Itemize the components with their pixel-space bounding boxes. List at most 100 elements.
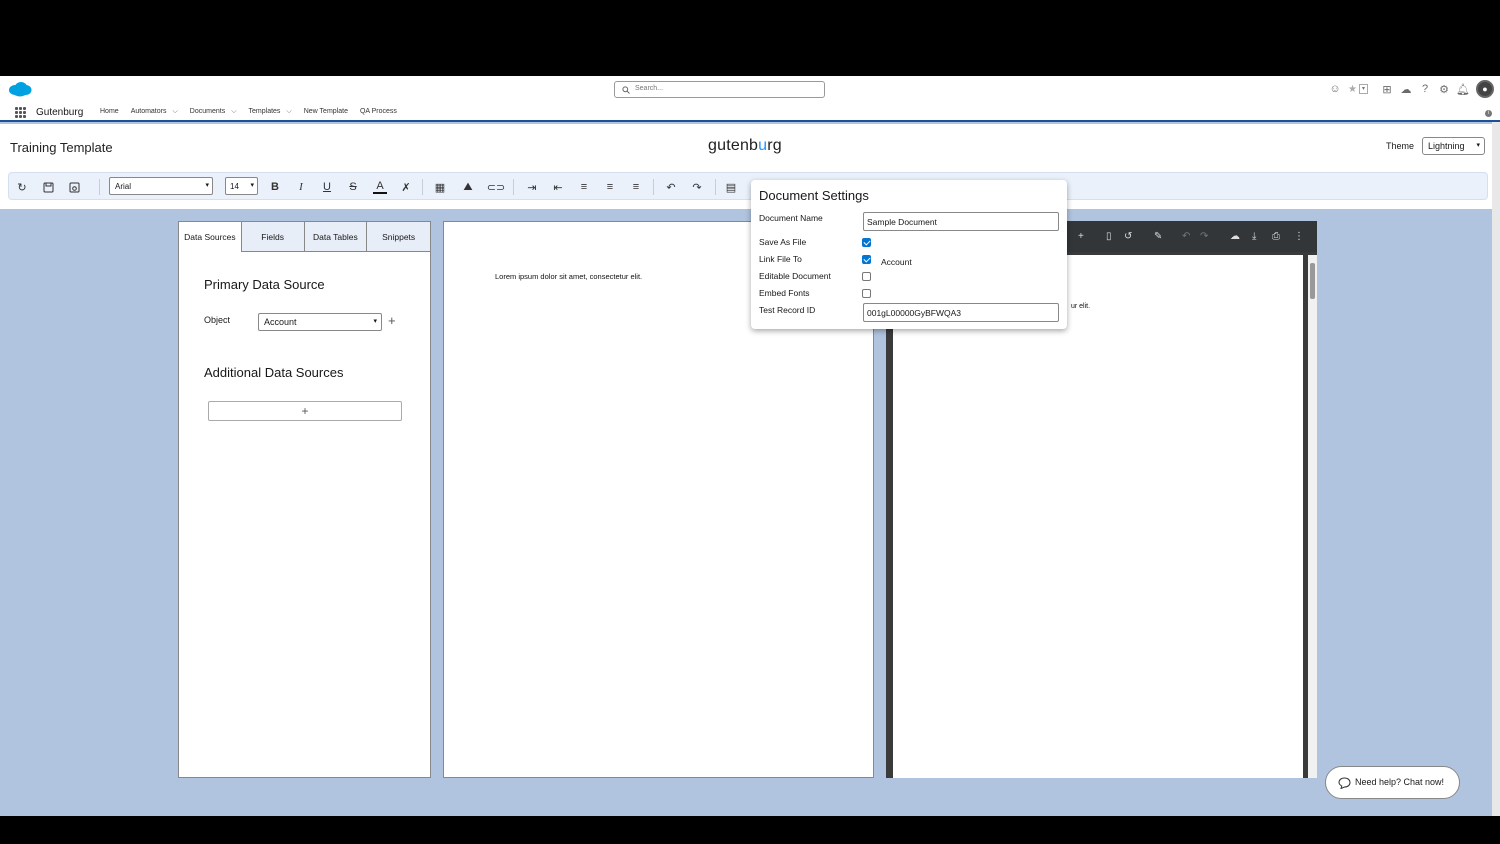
notifications-bell-icon[interactable]: 🔔︎ xyxy=(1456,83,1470,96)
annotate-icon[interactable]: ✎ xyxy=(1154,231,1162,242)
nav-item-new-template[interactable]: New Template xyxy=(304,108,348,116)
salesforce-cloud-icon[interactable] xyxy=(8,81,32,97)
outdent-icon[interactable]: ⇤ xyxy=(551,180,565,194)
chevron-down-icon[interactable]: ⌵ xyxy=(286,108,291,115)
page-scrollbar[interactable] xyxy=(1492,122,1500,816)
chat-help-button[interactable]: Need help? Chat now! xyxy=(1325,766,1460,799)
toolbar-divider xyxy=(653,179,654,195)
nav-item-label: QA Process xyxy=(359,108,397,115)
redo-icon[interactable]: ↷ xyxy=(1200,231,1208,242)
tab-data-sources[interactable]: Data Sources xyxy=(179,222,242,252)
save-as-icon[interactable] xyxy=(67,180,81,194)
underline-button[interactable]: U xyxy=(320,180,334,194)
align-center-icon[interactable]: ≡ xyxy=(603,180,617,194)
theme-label: Theme xyxy=(1386,141,1415,151)
nav-item-documents[interactable]: Documents ⌵ xyxy=(190,108,237,116)
tab-snippets[interactable]: Snippets xyxy=(367,222,430,252)
bold-button[interactable]: B xyxy=(268,180,282,194)
trailhead-icon[interactable]: ☁ xyxy=(1400,83,1412,96)
page-title: Training Template xyxy=(10,140,113,155)
indent-icon[interactable]: ⇥ xyxy=(525,180,539,194)
chevron-down-icon[interactable]: ⌵ xyxy=(231,108,236,115)
toolbar-divider xyxy=(99,179,100,195)
info-icon[interactable]: i xyxy=(1485,110,1492,117)
add-data-source-button[interactable]: + xyxy=(208,401,402,421)
nav-item-automators[interactable]: Automators ⌵ xyxy=(131,108,178,116)
link-file-to-label: Link File To xyxy=(759,254,802,264)
font-size-select[interactable]: 14 ▾ xyxy=(225,177,258,195)
gutenburg-logo: gutenburg xyxy=(708,137,782,154)
editor-toolbar: ↻ Arial ▾ 14 ▾ B I U S A ✗ ▦ ⛰ ⊂⊃ ⇥ ⇤ ≡ ≡ xyxy=(8,172,1488,200)
app-launcher-icon[interactable] xyxy=(15,107,26,118)
toolbar-divider xyxy=(513,179,514,195)
table-icon[interactable]: ▦ xyxy=(433,180,447,194)
font-size-value: 14 xyxy=(230,182,239,191)
nav-items: Home Automators ⌵ Documents ⌵ Templates ⌵ N… xyxy=(100,108,397,116)
tab-fields[interactable]: Fields xyxy=(241,222,305,252)
template-header: Training Template gutenburg Theme Lightn… xyxy=(0,124,1492,209)
add-object-icon[interactable]: + xyxy=(388,313,396,328)
nav-item-label: New Template xyxy=(303,108,348,115)
chat-label: Need help? Chat now! xyxy=(1355,777,1445,787)
more-options-icon[interactable]: ⋮ xyxy=(1294,231,1304,242)
chevron-down-icon: ▾ xyxy=(1476,142,1480,149)
print-icon[interactable]: ⎙ xyxy=(1272,231,1280,242)
app-nav-bar: Gutenburg Home Automators ⌵ Documents ⌵ Te… xyxy=(0,104,1500,122)
nav-item-templates[interactable]: Templates ⌵ xyxy=(249,108,292,116)
setup-gear-icon[interactable]: ⚙ xyxy=(1438,83,1450,96)
strikethrough-icon[interactable]: S xyxy=(346,180,360,194)
embed-fonts-checkbox[interactable] xyxy=(862,289,871,298)
image-icon[interactable]: ⛰ xyxy=(461,180,475,194)
test-record-id-label: Test Record ID xyxy=(759,305,816,315)
document-name-input[interactable]: Sample Document xyxy=(863,212,1059,231)
tab-data-tables[interactable]: Data Tables xyxy=(304,222,368,252)
nav-item-label: Templates xyxy=(248,108,281,115)
editor-content[interactable]: Lorem ipsum dolor sit amet, consectetur … xyxy=(495,272,642,281)
document-settings-popover: Document Settings Document Name Sample D… xyxy=(751,180,1067,329)
favorites-star-icon[interactable]: ★ ▾ xyxy=(1348,83,1374,95)
help-icon[interactable]: ? xyxy=(1419,83,1431,95)
avatar[interactable]: ● xyxy=(1476,80,1494,98)
global-search-input[interactable]: Search... xyxy=(614,81,825,98)
download-icon[interactable]: ⤓ xyxy=(1252,231,1256,242)
align-right-icon[interactable]: ≡ xyxy=(629,180,643,194)
panel-tabs: Data Sources Fields Data Tables Snippets xyxy=(179,222,430,252)
refresh-icon[interactable]: ↻ xyxy=(15,180,29,194)
align-left-icon[interactable]: ≡ xyxy=(577,180,591,194)
italic-button[interactable]: I xyxy=(294,180,308,194)
add-icon[interactable]: ⊞ xyxy=(1381,83,1393,96)
test-record-id-input[interactable]: 001gL00000GyBFWQA3 xyxy=(863,303,1059,322)
font-family-select[interactable]: Arial ▾ xyxy=(109,177,213,195)
redo-icon[interactable]: ↷ xyxy=(690,180,704,194)
link-icon[interactable]: ⊂⊃ xyxy=(487,180,505,194)
object-select[interactable]: Account ▾ xyxy=(258,313,382,331)
theme-select[interactable]: Lightning ▾ xyxy=(1422,137,1485,155)
document-settings-icon[interactable]: ▤ xyxy=(724,180,738,194)
fit-page-icon[interactable]: ▯ xyxy=(1106,231,1112,242)
einstein-icon[interactable]: ☺ xyxy=(1329,83,1341,95)
editable-document-checkbox[interactable] xyxy=(862,272,871,281)
pdf-page: ur elit. xyxy=(893,255,1303,778)
chevron-down-icon[interactable]: ⌵ xyxy=(172,108,177,115)
pdf-scrollbar-thumb[interactable] xyxy=(1310,263,1315,299)
zoom-in-icon[interactable]: + xyxy=(1078,231,1084,242)
nav-item-label: Automators xyxy=(130,108,167,115)
undo-icon[interactable]: ↶ xyxy=(664,180,678,194)
clear-formatting-icon[interactable]: ✗ xyxy=(399,180,413,194)
search-icon xyxy=(622,86,630,94)
undo-icon[interactable]: ↶ xyxy=(1182,231,1190,242)
link-file-to-checkbox[interactable] xyxy=(862,255,871,264)
toolbar-divider xyxy=(715,179,716,195)
favorites-dropdown-icon[interactable]: ▾ xyxy=(1358,84,1368,94)
nav-item-home[interactable]: Home xyxy=(100,108,119,116)
drive-icon[interactable]: ☁ xyxy=(1230,231,1240,242)
rotate-icon[interactable]: ↺ xyxy=(1124,231,1132,242)
pdf-scrollbar[interactable] xyxy=(1308,255,1317,778)
save-as-file-checkbox[interactable] xyxy=(862,238,871,247)
font-family-value: Arial xyxy=(115,182,132,191)
font-color-icon[interactable]: A xyxy=(373,180,387,194)
nav-item-qa-process[interactable]: QA Process xyxy=(360,108,397,116)
chevron-down-icon: ▾ xyxy=(250,182,254,189)
app-name: Gutenburg xyxy=(36,107,84,118)
save-icon[interactable] xyxy=(41,180,55,194)
